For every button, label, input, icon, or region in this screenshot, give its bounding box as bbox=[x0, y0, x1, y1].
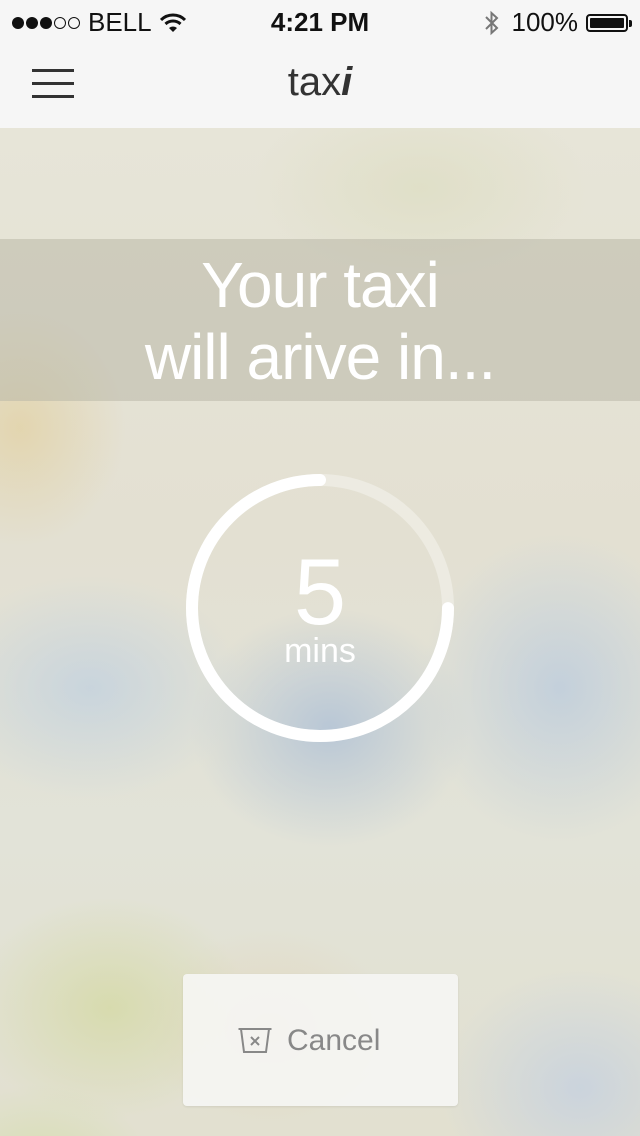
countdown-timer: 5 mins bbox=[184, 472, 456, 744]
nav-bar: taxi bbox=[0, 40, 640, 128]
wifi-icon bbox=[159, 13, 186, 32]
arrival-banner: Your taxi will arive in... bbox=[0, 239, 640, 401]
timer-value: 5 bbox=[293, 539, 347, 644]
app-logo: taxi bbox=[0, 60, 640, 105]
cancel-basket-icon bbox=[238, 1028, 272, 1053]
battery-percent: 100% bbox=[511, 7, 579, 37]
banner-line-2: will arive in... bbox=[144, 321, 496, 393]
logo-text: tax bbox=[287, 60, 342, 104]
cancel-label: Cancel bbox=[287, 1024, 381, 1057]
carrier-name: BELL bbox=[88, 7, 152, 37]
timer-unit: mins bbox=[284, 632, 356, 670]
battery-icon bbox=[586, 13, 632, 32]
banner-line-1: Your taxi bbox=[201, 249, 440, 321]
logo-text-bold: i bbox=[341, 60, 353, 104]
status-bar: BELL 4:21 PM 100% bbox=[0, 0, 640, 40]
signal-strength-icon bbox=[12, 16, 80, 29]
bluetooth-icon bbox=[484, 10, 498, 35]
cancel-button[interactable]: Cancel bbox=[183, 974, 458, 1106]
